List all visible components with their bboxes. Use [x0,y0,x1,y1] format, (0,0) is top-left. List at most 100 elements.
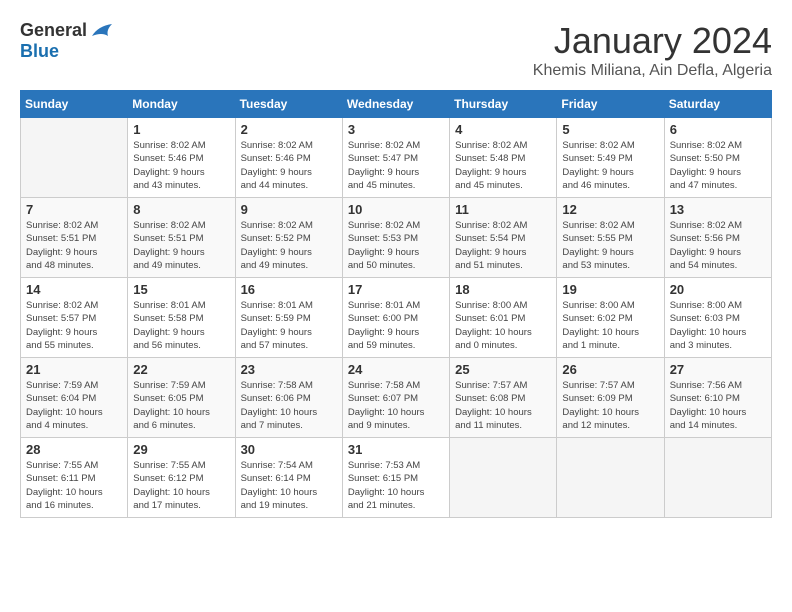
day-number: 10 [348,202,444,217]
calendar-day-cell: 10 Sunrise: 8:02 AMSunset: 5:53 PMDayligh… [342,198,449,278]
day-info: Sunrise: 8:02 AMSunset: 5:55 PMDaylight:… [562,219,658,272]
calendar-day-cell: 19Sunrise: 8:00 AMSunset: 6:02 PMDayligh… [557,278,664,358]
calendar-day-cell: 29 Sunrise: 7:55 AMSunset: 6:12 PMDayligh… [128,438,235,518]
day-info: Sunrise: 7:56 AMSunset: 6:10 PMDaylight:… [670,379,766,432]
day-number: 30 [241,442,337,457]
day-info: Sunrise: 8:02 AMSunset: 5:52 PMDaylight:… [241,219,337,272]
day-number: 9 [241,202,337,217]
calendar-day-cell: 6 Sunrise: 8:02 AMSunset: 5:50 PMDaylight… [664,118,771,198]
location: Khemis Miliana, Ain Defla, Algeria [533,62,772,80]
day-number: 4 [455,122,551,137]
day-info: Sunrise: 8:00 AMSunset: 6:03 PMDaylight:… [670,299,766,352]
calendar-table: SundayMondayTuesdayWednesdayThursdayFrid… [20,90,772,518]
calendar-day-cell: 20 Sunrise: 8:00 AMSunset: 6:03 PMDayligh… [664,278,771,358]
calendar-day-cell: 26 Sunrise: 7:57 AMSunset: 6:09 PMDayligh… [557,358,664,438]
day-info: Sunrise: 8:02 AMSunset: 5:53 PMDaylight:… [348,219,444,272]
calendar-day-cell: 16 Sunrise: 8:01 AMSunset: 5:59 PMDayligh… [235,278,342,358]
day-info: Sunrise: 8:02 AMSunset: 5:54 PMDaylight:… [455,219,551,272]
day-number: 24 [348,362,444,377]
day-number: 25 [455,362,551,377]
day-info: Sunrise: 8:02 AMSunset: 5:51 PMDaylight:… [26,219,122,272]
calendar-day-cell: 15Sunrise: 8:01 AMSunset: 5:58 PMDayligh… [128,278,235,358]
calendar-day-cell: 27 Sunrise: 7:56 AMSunset: 6:10 PMDayligh… [664,358,771,438]
calendar-day-cell: 28 Sunrise: 7:55 AMSunset: 6:11 PMDayligh… [21,438,128,518]
day-info: Sunrise: 7:55 AMSunset: 6:11 PMDaylight:… [26,459,122,512]
calendar-day-cell: 18 Sunrise: 8:00 AMSunset: 6:01 PMDayligh… [450,278,557,358]
calendar-day-cell: 17Sunrise: 8:01 AMSunset: 6:00 PMDayligh… [342,278,449,358]
logo: General Blue [20,20,112,62]
day-info: Sunrise: 8:00 AMSunset: 6:01 PMDaylight:… [455,299,551,352]
calendar-day-cell: 5 Sunrise: 8:02 AMSunset: 5:49 PMDaylight… [557,118,664,198]
day-info: Sunrise: 7:57 AMSunset: 6:09 PMDaylight:… [562,379,658,432]
calendar-day-cell: 12 Sunrise: 8:02 AMSunset: 5:55 PMDayligh… [557,198,664,278]
weekday-header-row: SundayMondayTuesdayWednesdayThursdayFrid… [21,91,772,118]
day-info: Sunrise: 8:02 AMSunset: 5:46 PMDaylight:… [133,139,229,192]
weekday-header: Thursday [450,91,557,118]
calendar-day-cell [557,438,664,518]
day-info: Sunrise: 8:01 AMSunset: 5:59 PMDaylight:… [241,299,337,352]
day-info: Sunrise: 7:54 AMSunset: 6:14 PMDaylight:… [241,459,337,512]
day-info: Sunrise: 8:02 AMSunset: 5:49 PMDaylight:… [562,139,658,192]
calendar-day-cell: 4 Sunrise: 8:02 AMSunset: 5:48 PMDaylight… [450,118,557,198]
day-number: 5 [562,122,658,137]
weekday-header: Saturday [664,91,771,118]
day-number: 19 [562,282,658,297]
calendar-day-cell: 2 Sunrise: 8:02 AMSunset: 5:46 PMDaylight… [235,118,342,198]
calendar-day-cell: 9 Sunrise: 8:02 AMSunset: 5:52 PMDaylight… [235,198,342,278]
day-info: Sunrise: 8:02 AMSunset: 5:48 PMDaylight:… [455,139,551,192]
day-info: Sunrise: 8:02 AMSunset: 5:56 PMDaylight:… [670,219,766,272]
calendar-day-cell [664,438,771,518]
day-number: 18 [455,282,551,297]
day-number: 2 [241,122,337,137]
day-number: 31 [348,442,444,457]
calendar-day-cell: 21Sunrise: 7:59 AMSunset: 6:04 PMDayligh… [21,358,128,438]
calendar-day-cell: 14 Sunrise: 8:02 AMSunset: 5:57 PMDayligh… [21,278,128,358]
day-info: Sunrise: 8:02 AMSunset: 5:50 PMDaylight:… [670,139,766,192]
calendar-day-cell: 11 Sunrise: 8:02 AMSunset: 5:54 PMDayligh… [450,198,557,278]
calendar-body: 1 Sunrise: 8:02 AMSunset: 5:46 PMDaylight… [21,118,772,518]
weekday-header: Sunday [21,91,128,118]
day-number: 27 [670,362,766,377]
calendar-week-row: 14 Sunrise: 8:02 AMSunset: 5:57 PMDayligh… [21,278,772,358]
day-number: 28 [26,442,122,457]
page-header: General Blue January 2024 Khemis Miliana… [20,20,772,80]
calendar-day-cell [450,438,557,518]
day-number: 26 [562,362,658,377]
day-info: Sunrise: 8:02 AMSunset: 5:46 PMDaylight:… [241,139,337,192]
title-block: January 2024 Khemis Miliana, Ain Defla, … [533,20,772,80]
calendar-day-cell [21,118,128,198]
day-number: 12 [562,202,658,217]
day-info: Sunrise: 8:01 AMSunset: 5:58 PMDaylight:… [133,299,229,352]
calendar-day-cell: 7Sunrise: 8:02 AMSunset: 5:51 PMDaylight… [21,198,128,278]
day-info: Sunrise: 7:58 AMSunset: 6:06 PMDaylight:… [241,379,337,432]
calendar-day-cell: 25Sunrise: 7:57 AMSunset: 6:08 PMDayligh… [450,358,557,438]
calendar-day-cell: 3 Sunrise: 8:02 AMSunset: 5:47 PMDaylight… [342,118,449,198]
calendar-day-cell: 8Sunrise: 8:02 AMSunset: 5:51 PMDaylight… [128,198,235,278]
weekday-header: Friday [557,91,664,118]
day-info: Sunrise: 7:55 AMSunset: 6:12 PMDaylight:… [133,459,229,512]
day-info: Sunrise: 7:59 AMSunset: 6:04 PMDaylight:… [26,379,122,432]
logo-bird-icon [90,22,112,40]
day-info: Sunrise: 8:02 AMSunset: 5:51 PMDaylight:… [133,219,229,272]
weekday-header: Tuesday [235,91,342,118]
day-number: 1 [133,122,229,137]
day-info: Sunrise: 7:53 AMSunset: 6:15 PMDaylight:… [348,459,444,512]
day-number: 6 [670,122,766,137]
day-info: Sunrise: 7:58 AMSunset: 6:07 PMDaylight:… [348,379,444,432]
day-number: 17 [348,282,444,297]
day-info: Sunrise: 8:02 AMSunset: 5:57 PMDaylight:… [26,299,122,352]
day-number: 11 [455,202,551,217]
day-number: 20 [670,282,766,297]
day-number: 16 [241,282,337,297]
day-info: Sunrise: 8:02 AMSunset: 5:47 PMDaylight:… [348,139,444,192]
day-number: 14 [26,282,122,297]
day-number: 13 [670,202,766,217]
day-number: 23 [241,362,337,377]
calendar-day-cell: 22Sunrise: 7:59 AMSunset: 6:05 PMDayligh… [128,358,235,438]
calendar-week-row: 7Sunrise: 8:02 AMSunset: 5:51 PMDaylight… [21,198,772,278]
logo-blue: Blue [20,41,59,62]
day-number: 29 [133,442,229,457]
day-number: 3 [348,122,444,137]
calendar-day-cell: 1 Sunrise: 8:02 AMSunset: 5:46 PMDaylight… [128,118,235,198]
calendar-week-row: 1 Sunrise: 8:02 AMSunset: 5:46 PMDaylight… [21,118,772,198]
